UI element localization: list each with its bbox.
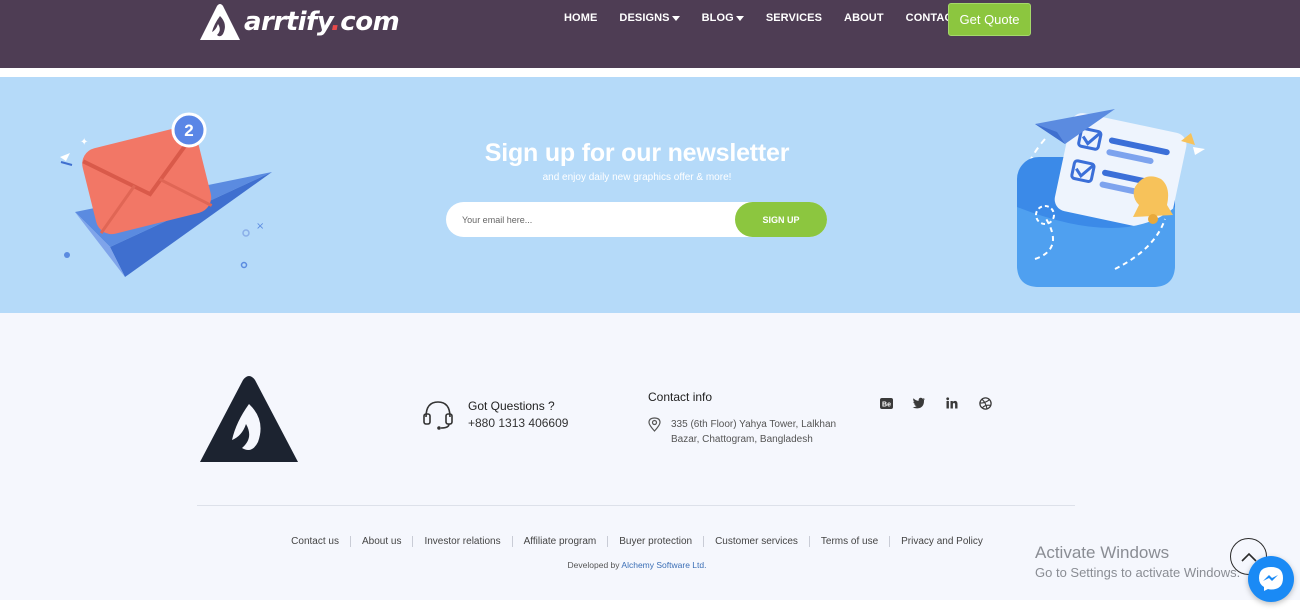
behance-icon[interactable]: Be xyxy=(879,396,893,410)
brand-logo-text: arrtify.com xyxy=(244,7,400,37)
got-questions-block: Got Questions ? +880 1313 406609 xyxy=(421,397,568,431)
linkedin-icon[interactable] xyxy=(945,396,959,410)
footer-link-privacy-policy[interactable]: Privacy and Policy xyxy=(889,536,994,547)
messenger-icon xyxy=(1259,567,1283,591)
address-row: 335 (6th Floor) Yahya Tower, Lalkhan Baz… xyxy=(648,417,856,447)
developer-link[interactable]: Alchemy Software Ltd. xyxy=(621,560,706,570)
dribbble-icon[interactable] xyxy=(978,396,992,410)
newsletter-section: 2 ✦ × Sign up for our newsletter and enj… xyxy=(0,77,1300,313)
brand-logo-mark-icon xyxy=(200,4,240,40)
caret-down-icon xyxy=(735,15,744,21)
phone-number[interactable]: +880 1313 406609 xyxy=(468,416,568,430)
newsletter-form: SIGN UP xyxy=(446,202,827,237)
footer-link-contact-us[interactable]: Contact us xyxy=(280,536,350,547)
footer-link-terms-of-use[interactable]: Terms of use xyxy=(808,536,889,547)
page: arrtify.com HOME DESIGNS BLOG SERVICES A… xyxy=(0,0,1300,616)
mail-checklist-illustration xyxy=(1017,109,1205,287)
nav-item-home[interactable]: HOME xyxy=(564,11,597,25)
top-navbar: arrtify.com HOME DESIGNS BLOG SERVICES A… xyxy=(0,0,1300,68)
get-quote-button[interactable]: Get Quote xyxy=(948,3,1031,36)
nav-item-blog[interactable]: BLOG xyxy=(702,11,744,25)
activate-windows-watermark: Activate Windows Go to Settings to activ… xyxy=(1035,543,1240,580)
sign-up-button[interactable]: SIGN UP xyxy=(735,202,827,237)
footer-link-about-us[interactable]: About us xyxy=(349,536,412,547)
footer-divider xyxy=(197,505,1075,506)
svg-text:Be: Be xyxy=(882,401,891,408)
developer-credit-prefix: Developed by xyxy=(567,560,620,570)
notification-badge-count: 2 xyxy=(184,121,193,140)
footer-link-affiliate-program[interactable]: Affiliate program xyxy=(511,536,608,547)
envelope-paper-plane-illustration: 2 ✦ × xyxy=(60,112,272,277)
location-pin-icon xyxy=(648,417,661,432)
questions-title: Got Questions ? xyxy=(468,399,555,413)
nav-item-about[interactable]: ABOUT xyxy=(844,11,884,25)
activate-windows-subtitle: Go to Settings to activate Windows. xyxy=(1035,565,1241,580)
nav-spacer xyxy=(0,68,1300,77)
footer-link-buyer-protection[interactable]: Buyer protection xyxy=(607,536,703,547)
caret-down-icon xyxy=(671,15,680,21)
messenger-chat-button[interactable] xyxy=(1248,556,1294,602)
headset-icon xyxy=(423,401,453,430)
contact-info-title: Contact info xyxy=(648,390,713,404)
questions-text: Got Questions ? +880 1313 406609 xyxy=(468,397,568,431)
social-links: Be xyxy=(879,396,1011,410)
footer-link-investor-relations[interactable]: Investor relations xyxy=(412,536,511,547)
nav-item-designs[interactable]: DESIGNS xyxy=(619,11,680,25)
chevron-up-icon xyxy=(1240,552,1257,562)
footer-link-customer-services[interactable]: Customer services xyxy=(703,536,809,547)
footer-logo[interactable] xyxy=(198,374,300,464)
email-input[interactable] xyxy=(462,202,732,237)
main-menu: HOME DESIGNS BLOG SERVICES ABOUT CONTACT xyxy=(564,11,981,25)
twitter-icon[interactable] xyxy=(912,396,926,410)
address-text: 335 (6th Floor) Yahya Tower, Lalkhan Baz… xyxy=(671,419,837,445)
bottom-strip xyxy=(0,600,1300,616)
activate-windows-title: Activate Windows xyxy=(1035,543,1170,562)
brand-logo[interactable]: arrtify.com xyxy=(198,2,400,42)
svg-text:×: × xyxy=(256,221,264,232)
nav-item-services[interactable]: SERVICES xyxy=(766,11,822,25)
contact-info-block: Contact info 335 (6th Floor) Yahya Tower… xyxy=(648,390,856,447)
